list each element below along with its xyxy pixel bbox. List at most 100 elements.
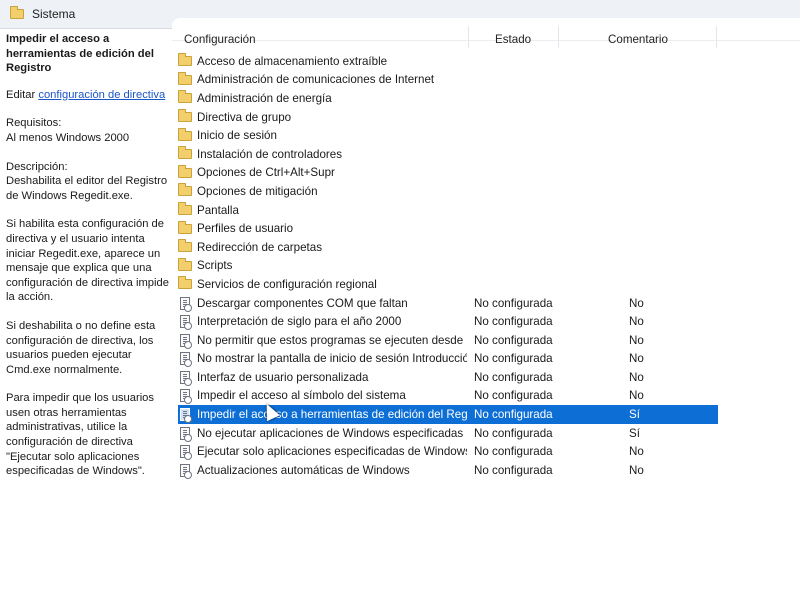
setting-comment: Sí — [629, 426, 640, 440]
folder-icon — [178, 164, 192, 178]
policy-setting-row[interactable]: Interpretación de siglo para el año 2000… — [178, 312, 718, 331]
folder-name: Inicio de sesión — [197, 129, 277, 143]
setting-state: No configurada — [474, 296, 553, 310]
requirements-label: Requisitos: — [6, 117, 62, 130]
policy-heading: Impedir el acceso a herramientas de edic… — [6, 33, 154, 75]
folder-icon — [178, 127, 192, 141]
enabled-explanation: Si habilita esta configuración de direct… — [6, 218, 169, 304]
folder-name: Administración de comunicaciones de Inte… — [197, 73, 435, 87]
setting-state: No configurada — [474, 352, 553, 366]
column-header: Configuración Estado Comentario — [172, 18, 800, 48]
setting-name: Impedir el acceso a herramientas de edic… — [197, 408, 467, 422]
folder-icon — [178, 71, 192, 85]
policy-setting-row[interactable]: Ejecutar solo aplicaciones especificadas… — [178, 442, 718, 461]
folder-icon — [178, 109, 192, 123]
folder-row[interactable]: Directiva de grupo — [178, 108, 718, 127]
setting-name: No permitir que estos programas se ejecu… — [197, 333, 467, 347]
policy-setting-icon — [180, 463, 192, 479]
folder-name: Pantalla — [197, 203, 239, 217]
folder-icon — [178, 53, 192, 67]
folder-row[interactable]: Redirección de carpetas — [178, 238, 718, 257]
folder-icon — [178, 90, 192, 104]
policy-setting-row[interactable]: Interfaz de usuario personalizada No conf… — [178, 368, 718, 387]
column-divider[interactable] — [716, 26, 717, 48]
setting-name: Interfaz de usuario personalizada — [197, 370, 369, 384]
disabled-explanation: Si deshabilita o no define esta configur… — [6, 319, 156, 376]
edit-policy-line: Editar configuración de directiva — [6, 88, 170, 103]
folder-name: Scripts — [197, 259, 233, 273]
policy-setting-icon — [180, 370, 192, 386]
block-tools-explanation: Para impedir que los usuarios usen otras… — [6, 392, 154, 478]
settings-list-pane: Configuración Estado Comentario Acceso d… — [172, 18, 800, 600]
folder-name: Instalación de controladores — [197, 147, 343, 161]
setting-name: No ejecutar aplicaciones de Windows espe… — [197, 426, 464, 440]
setting-name: Ejecutar solo aplicaciones especificadas… — [197, 445, 467, 459]
setting-comment: No — [629, 315, 644, 329]
folder-row[interactable]: Opciones de Ctrl+Alt+Supr — [178, 164, 718, 183]
policy-setting-icon — [180, 408, 192, 424]
settings-list: Acceso de almacenamiento extraíble Admini… — [178, 52, 718, 480]
folder-row[interactable]: Instalación de controladores — [178, 145, 718, 164]
policy-setting-row[interactable]: Descargar componentes COM que faltan No c… — [178, 294, 718, 313]
policy-setting-icon — [180, 445, 192, 461]
column-divider[interactable] — [468, 26, 469, 48]
folder-name: Servicios de configuración regional — [197, 277, 377, 291]
folder-icon — [178, 202, 192, 216]
folder-name: Opciones de mitigación — [197, 184, 318, 198]
folder-row[interactable]: Perfiles de usuario — [178, 219, 718, 238]
folder-row[interactable]: Pantalla — [178, 201, 718, 220]
setting-state: No configurada — [474, 389, 553, 403]
policy-setting-row[interactable]: Impedir el acceso al símbolo del sistema… — [178, 387, 718, 406]
folder-row[interactable]: Scripts — [178, 257, 718, 276]
setting-comment: No — [629, 463, 644, 477]
setting-comment: Sí — [629, 408, 640, 422]
folder-name: Perfiles de usuario — [197, 222, 294, 236]
folder-row[interactable]: Administración de energía — [178, 89, 718, 108]
policy-setting-row[interactable]: No permitir que estos programas se ejecu… — [178, 331, 718, 350]
setting-state: No configurada — [474, 370, 553, 384]
setting-state: No configurada — [474, 445, 553, 459]
policy-setting-row[interactable]: No ejecutar aplicaciones de Windows espe… — [178, 424, 718, 443]
column-configuracion[interactable]: Configuración — [184, 33, 256, 46]
setting-name: No mostrar la pantalla de inicio de sesi… — [197, 352, 467, 366]
policy-setting-row[interactable]: Actualizaciones automáticas de Windows No… — [178, 461, 718, 480]
edit-prefix: Editar — [6, 88, 39, 101]
folder-icon — [178, 146, 192, 160]
folder-row[interactable]: Administración de comunicaciones de Inte… — [178, 71, 718, 90]
setting-state: No configurada — [474, 463, 553, 477]
folder-name: Redirección de carpetas — [197, 240, 323, 254]
setting-name: Actualizaciones automáticas de Windows — [197, 463, 410, 477]
column-comentario[interactable]: Comentario — [608, 33, 668, 46]
folder-icon — [178, 257, 192, 271]
policy-setting-row[interactable]: No mostrar la pantalla de inicio de sesi… — [178, 350, 718, 369]
edit-policy-link[interactable]: configuración de directiva — [38, 89, 165, 101]
description-pane: Impedir el acceso a herramientas de edic… — [0, 29, 170, 600]
description-text: Deshabilita el editor del Registro de Wi… — [6, 175, 168, 202]
folder-name: Directiva de grupo — [197, 110, 292, 124]
folder-name: Administración de energía — [197, 91, 332, 105]
folder-row[interactable]: Servicios de configuración regional — [178, 275, 718, 294]
folder-row[interactable]: Acceso de almacenamiento extraíble — [178, 52, 718, 71]
folder-row[interactable]: Inicio de sesión — [178, 126, 718, 145]
policy-setting-icon — [180, 315, 192, 331]
setting-state: No configurada — [474, 315, 553, 329]
column-estado[interactable]: Estado — [495, 33, 531, 46]
setting-comment: No — [629, 389, 644, 403]
folder-icon — [10, 6, 24, 19]
folder-icon — [178, 220, 192, 234]
column-divider[interactable] — [558, 26, 559, 48]
requirements-block: Requisitos: Al menos Windows 2000 — [6, 116, 170, 145]
policy-setting-icon — [180, 296, 192, 312]
policy-setting-row[interactable]: Impedir el acceso a herramientas de edic… — [178, 405, 718, 424]
setting-comment: No — [629, 370, 644, 384]
setting-name: Interpretación de siglo para el año 2000 — [197, 315, 402, 329]
policy-setting-icon — [180, 389, 192, 405]
setting-comment: No — [629, 445, 644, 459]
setting-comment: No — [629, 296, 644, 310]
folder-name: Opciones de Ctrl+Alt+Supr — [197, 166, 335, 180]
folder-icon — [178, 183, 192, 197]
window-title: Sistema — [32, 7, 76, 21]
folder-row[interactable]: Opciones de mitigación — [178, 182, 718, 201]
folder-name: Acceso de almacenamiento extraíble — [197, 54, 388, 68]
description-block: Descripción: Deshabilita el editor del R… — [6, 160, 170, 204]
